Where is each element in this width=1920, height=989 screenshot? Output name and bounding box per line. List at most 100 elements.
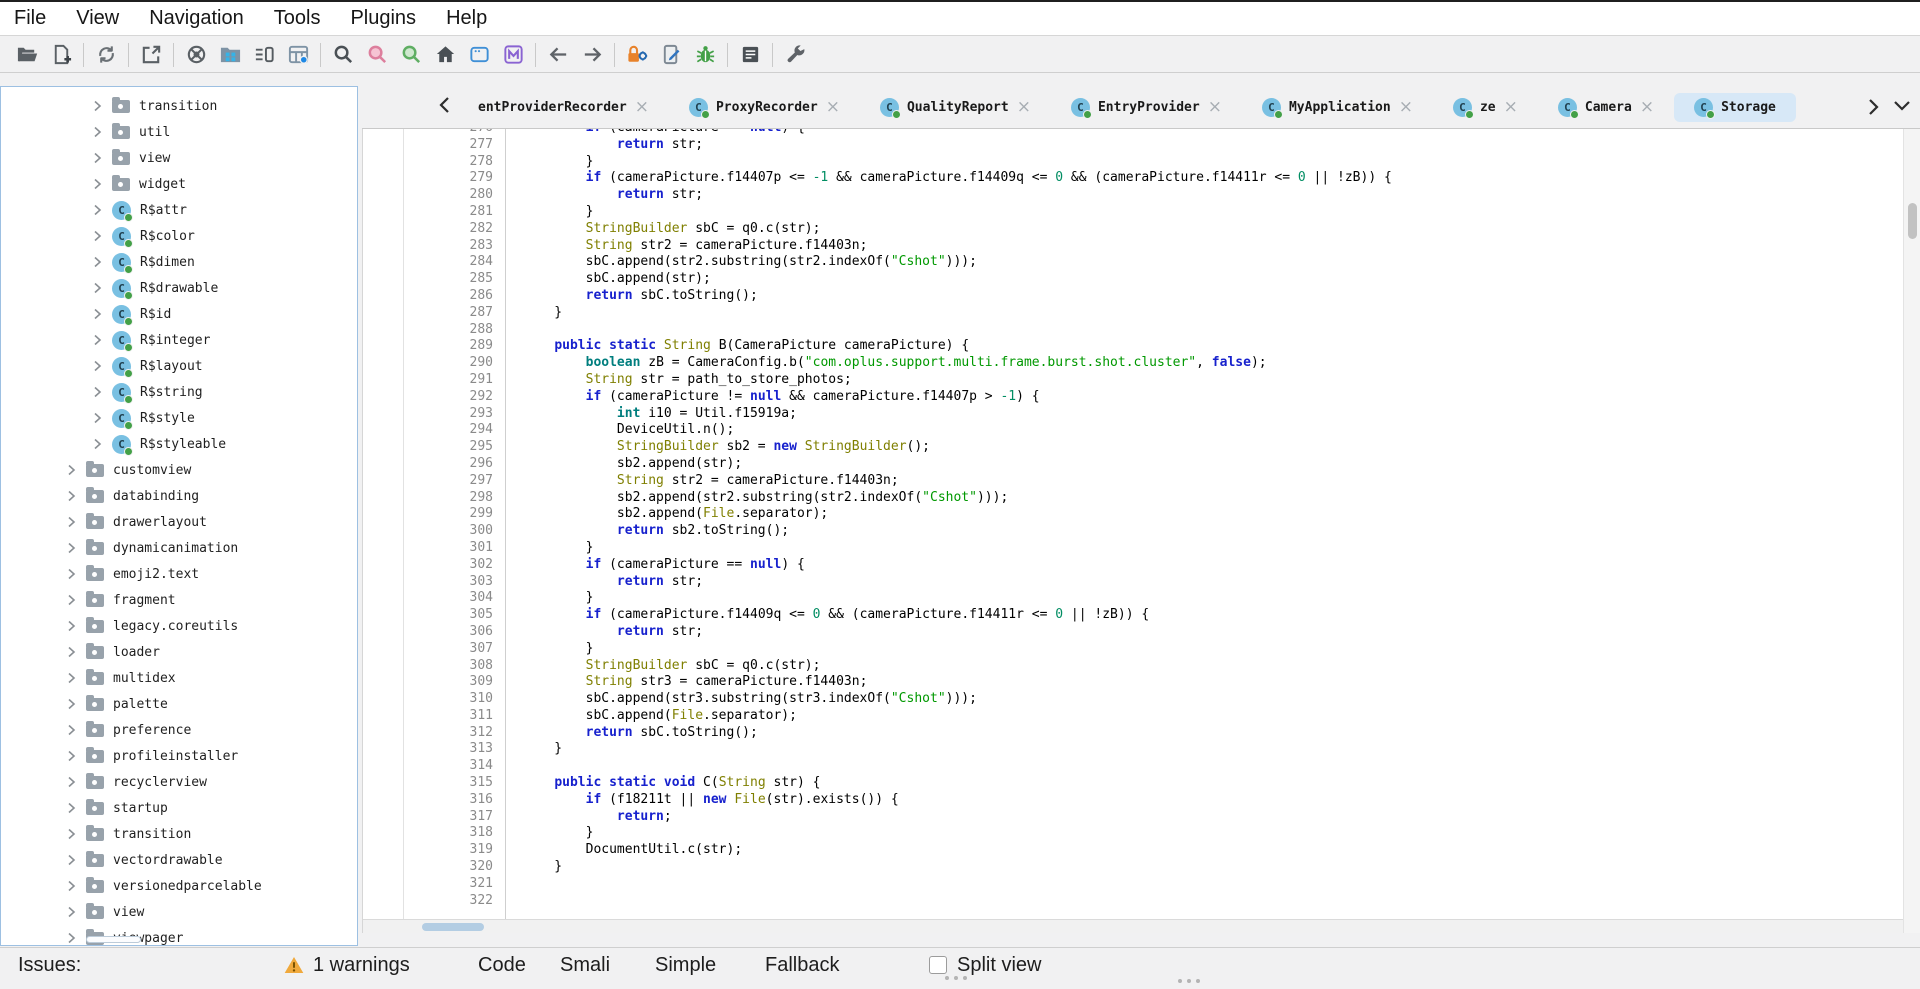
- deobfuscation-icon[interactable]: [620, 40, 654, 70]
- tree-item-R$drawable[interactable]: CR$drawable: [1, 275, 357, 301]
- editor-horizontal-scrollbar[interactable]: [363, 919, 1903, 933]
- tree-item-dynamicanimation[interactable]: dynamicanimation: [1, 535, 357, 561]
- chevron-right-icon[interactable]: [65, 723, 77, 737]
- tree-item-drawerlayout[interactable]: drawerlayout: [1, 509, 357, 535]
- settings-icon[interactable]: [778, 40, 812, 70]
- tree-item-customview[interactable]: customview: [1, 457, 357, 483]
- tree-item-emoji2.text[interactable]: emoji2.text: [1, 561, 357, 587]
- editor-vertical-scrollbar[interactable]: [1903, 129, 1920, 933]
- open-file-icon[interactable]: [10, 40, 44, 70]
- tree-item-profileinstaller[interactable]: profileinstaller: [1, 743, 357, 769]
- table-view-icon[interactable]: [281, 40, 315, 70]
- chevron-right-icon[interactable]: [65, 931, 77, 945]
- tree-item-transition[interactable]: transition: [1, 93, 357, 119]
- editor-horizontal-scrollbar-thumb[interactable]: [422, 923, 484, 931]
- view-tab-simple[interactable]: Simple: [655, 948, 716, 982]
- tree-item-view[interactable]: view: [1, 899, 357, 925]
- editor-vertical-scrollbar-thumb[interactable]: [1908, 203, 1917, 239]
- chevron-right-icon[interactable]: [65, 541, 77, 555]
- back-icon[interactable]: [541, 40, 575, 70]
- tree-item-R$layout[interactable]: CR$layout: [1, 353, 357, 379]
- tree-item-versionedparcelable[interactable]: versionedparcelable: [1, 873, 357, 899]
- tab-list-dropdown-icon[interactable]: [1892, 99, 1912, 117]
- tab-MyApplication[interactable]: CMyApplication×: [1242, 93, 1433, 122]
- chevron-right-icon[interactable]: [91, 125, 103, 139]
- chevron-right-icon[interactable]: [65, 645, 77, 659]
- tab-Storage[interactable]: CStorage: [1674, 93, 1796, 122]
- tree-item-R$id[interactable]: CR$id: [1, 301, 357, 327]
- chevron-right-icon[interactable]: [65, 905, 77, 919]
- tree-item-R$color[interactable]: CR$color: [1, 223, 357, 249]
- bottom-splitter-grip[interactable]: [945, 976, 967, 980]
- chevron-right-icon[interactable]: [91, 385, 103, 399]
- close-icon[interactable]: ×: [1017, 99, 1031, 116]
- tab-ProxyRecorder[interactable]: CProxyRecorder×: [669, 93, 860, 122]
- tree-item-transition[interactable]: transition: [1, 821, 357, 847]
- tree-item-R$styleable[interactable]: CR$styleable: [1, 431, 357, 457]
- tree-item-loader[interactable]: loader: [1, 639, 357, 665]
- chevron-right-icon[interactable]: [91, 255, 103, 269]
- tab-Camera[interactable]: CCamera×: [1538, 93, 1674, 122]
- chevron-right-icon[interactable]: [65, 671, 77, 685]
- tree-item-startup[interactable]: startup: [1, 795, 357, 821]
- chevron-right-icon[interactable]: [91, 307, 103, 321]
- close-icon[interactable]: ×: [1399, 99, 1413, 116]
- code-editor[interactable]: 276 if (cameraPicture == null) {277 retu…: [362, 129, 1903, 933]
- chevron-right-icon[interactable]: [65, 463, 77, 477]
- window-icon[interactable]: [462, 40, 496, 70]
- chevron-right-icon[interactable]: [65, 853, 77, 867]
- chevron-right-icon[interactable]: [91, 151, 103, 165]
- tree-horizontal-scrollbar-thumb[interactable]: [86, 936, 141, 943]
- view-tab-fallback[interactable]: Fallback: [765, 948, 839, 982]
- close-icon[interactable]: ×: [1208, 99, 1222, 116]
- chevron-right-icon[interactable]: [65, 593, 77, 607]
- tree-item-vectordrawable[interactable]: vectordrawable: [1, 847, 357, 873]
- bottom-splitter-grip[interactable]: [1178, 979, 1200, 983]
- tree-item-recyclerview[interactable]: recyclerview: [1, 769, 357, 795]
- reload-icon[interactable]: [89, 40, 123, 70]
- menu-tools[interactable]: Tools: [259, 2, 336, 35]
- chevron-right-icon[interactable]: [91, 229, 103, 243]
- chevron-right-icon[interactable]: [65, 827, 77, 841]
- tab-scroll-left-icon[interactable]: [438, 95, 451, 120]
- tree-item-legacy.coreutils[interactable]: legacy.coreutils: [1, 613, 357, 639]
- tree-item-R$dimen[interactable]: CR$dimen: [1, 249, 357, 275]
- chevron-right-icon[interactable]: [65, 489, 77, 503]
- close-icon[interactable]: ×: [1504, 99, 1518, 116]
- tree-item-view[interactable]: view: [1, 145, 357, 171]
- tree-item-preference[interactable]: preference: [1, 717, 357, 743]
- close-icon[interactable]: ×: [635, 99, 649, 116]
- chevron-right-icon[interactable]: [91, 281, 103, 295]
- tree-item-R$integer[interactable]: CR$integer: [1, 327, 357, 353]
- tree-item-palette[interactable]: palette: [1, 691, 357, 717]
- chevron-right-icon[interactable]: [91, 203, 103, 217]
- chevron-right-icon[interactable]: [65, 619, 77, 633]
- flat-packages-icon[interactable]: [213, 40, 247, 70]
- add-files-icon[interactable]: [44, 40, 78, 70]
- chevron-right-icon[interactable]: [91, 177, 103, 191]
- menu-view[interactable]: View: [61, 2, 134, 35]
- rename-icon[interactable]: [654, 40, 688, 70]
- tree-item-R$string[interactable]: CR$string: [1, 379, 357, 405]
- chevron-right-icon[interactable]: [65, 749, 77, 763]
- search-text-icon[interactable]: [360, 40, 394, 70]
- log-icon[interactable]: [733, 40, 767, 70]
- chevron-right-icon[interactable]: [65, 515, 77, 529]
- home-icon[interactable]: [428, 40, 462, 70]
- forward-icon[interactable]: [575, 40, 609, 70]
- tree-item-util[interactable]: util: [1, 119, 357, 145]
- chevron-right-icon[interactable]: [65, 801, 77, 815]
- tab-scroll-right-icon[interactable]: [1867, 97, 1880, 122]
- tree-item-R$attr[interactable]: CR$attr: [1, 197, 357, 223]
- close-icon[interactable]: ×: [1640, 99, 1654, 116]
- chevron-right-icon[interactable]: [91, 333, 103, 347]
- export-icon[interactable]: [134, 40, 168, 70]
- list-view-icon[interactable]: [247, 40, 281, 70]
- view-tab-smali[interactable]: Smali: [560, 948, 610, 982]
- menu-help[interactable]: Help: [431, 2, 502, 35]
- chevron-right-icon[interactable]: [91, 99, 103, 113]
- chevron-right-icon[interactable]: [91, 437, 103, 451]
- tree-item-viewpager[interactable]: viewpager: [1, 925, 357, 946]
- tree-item-R$style[interactable]: CR$style: [1, 405, 357, 431]
- tab-ze[interactable]: Cze×: [1433, 93, 1538, 122]
